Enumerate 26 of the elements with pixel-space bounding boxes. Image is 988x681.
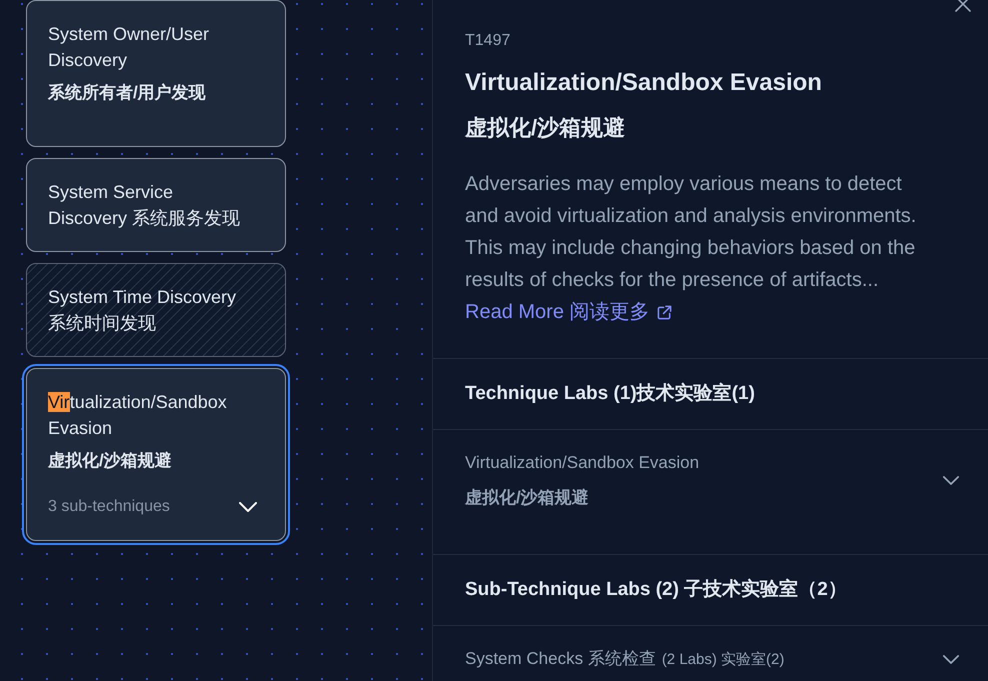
technique-title: Virtualization/Sandbox Evasion [465,68,823,98]
technique-card[interactable]: System Service Discovery 系统服务发现 [26,158,286,252]
chevron-down-icon[interactable] [943,476,959,485]
technique-title-zh: 虚拟化/沙箱规避 [465,114,626,142]
card-title: System Service Discovery 系统服务发现 [48,181,242,230]
technique-card[interactable]: System Owner/User Discovery 系统所有者/用户发现 [26,0,286,147]
lab-subtitle: 虚拟化/沙箱规避 [465,487,590,509]
technique-id: T1497 [465,31,512,51]
section-heading: Technique Labs (1)技术实验室(1) [465,382,756,406]
card-subtitle: 虚拟化/沙箱规避 [48,450,173,472]
card-title: System Owner/User Discovery [48,23,210,72]
technique-description: Adversaries may employ various means to detect and avoid virtualization and analysis environments. This may include changing behaviors based on the results of checks for the presence of artifacts... [465,172,918,293]
section-heading: Sub-Technique Labs (2) 子技术实验室（2） [465,578,848,602]
read-more-link[interactable]: Read More 阅读更多 [465,296,672,328]
lab-count: (2 Labs) 实验室(2) [662,650,784,670]
chevron-down-icon[interactable] [943,655,959,664]
lab-title: System Checks 系统检查 [465,648,656,670]
external-link-icon [656,304,672,320]
card-title: System Time Discovery 系统时间发现 [48,286,238,335]
card-subtitle: 系统所有者/用户发现 [48,82,207,104]
card-title: Virtualization/Sandbox Evasion [48,391,228,440]
lab-title: Virtualization/Sandbox Evasion [465,452,700,474]
technique-card[interactable]: System Time Discovery 系统时间发现 [26,263,286,357]
technique-card[interactable]: Virtualization/Sandbox Evasion 虚拟化/沙箱规避 3 sub-techniques [22,364,290,545]
close-icon[interactable] [955,0,971,12]
sub-technique-count: 3 sub-techniques [48,497,170,517]
